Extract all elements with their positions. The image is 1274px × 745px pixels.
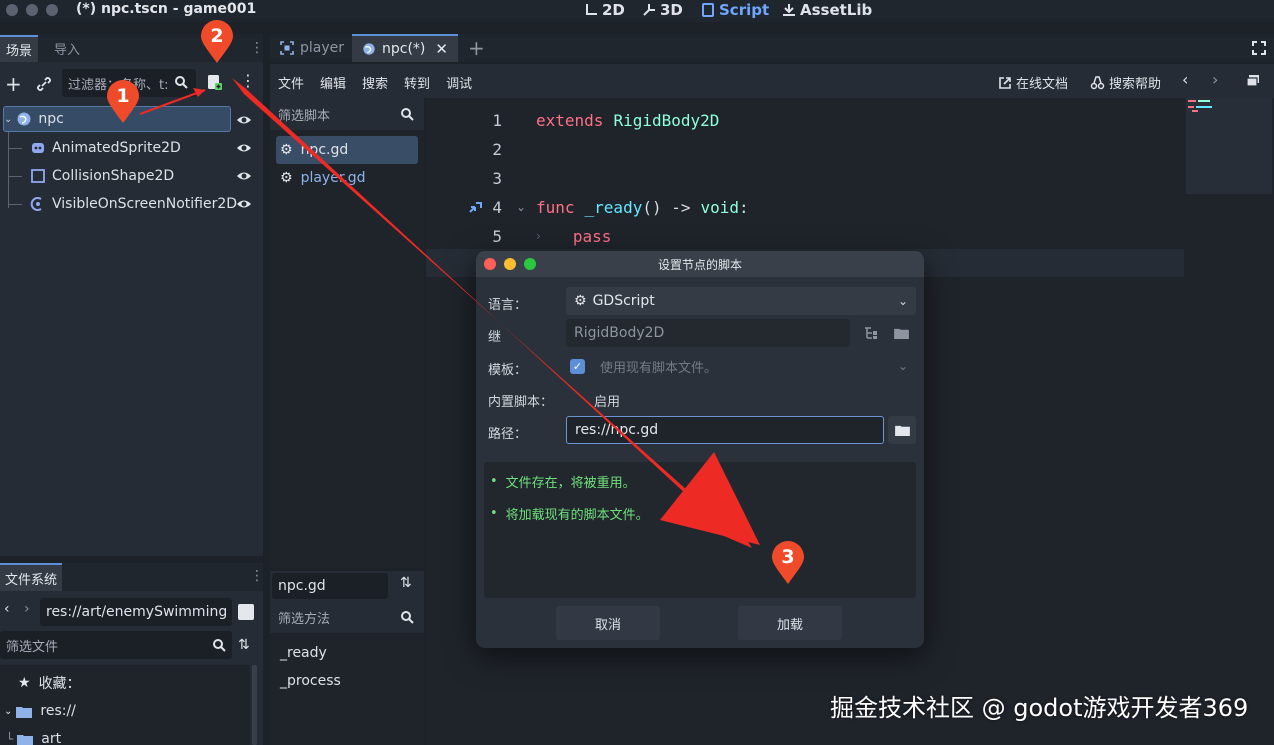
- annotation-arrowhead: [193, 88, 205, 97]
- badge-number: 2: [210, 25, 224, 47]
- watermark: 掘金技术社区 @ godot游戏开发者369: [830, 694, 1249, 722]
- annotation-arrow-small: [139, 89, 206, 115]
- annotation-badge-2: 2: [200, 20, 234, 64]
- badge-number: 3: [781, 546, 795, 568]
- annotation-badge-3: 3: [771, 541, 805, 585]
- annotation-overlay: [139, 78, 760, 548]
- annotation-arrowhead: [660, 452, 760, 545]
- annotation-arrow-large: [232, 78, 752, 548]
- annotation-badge-1: 1: [106, 80, 140, 124]
- badge-number: 1: [116, 85, 130, 107]
